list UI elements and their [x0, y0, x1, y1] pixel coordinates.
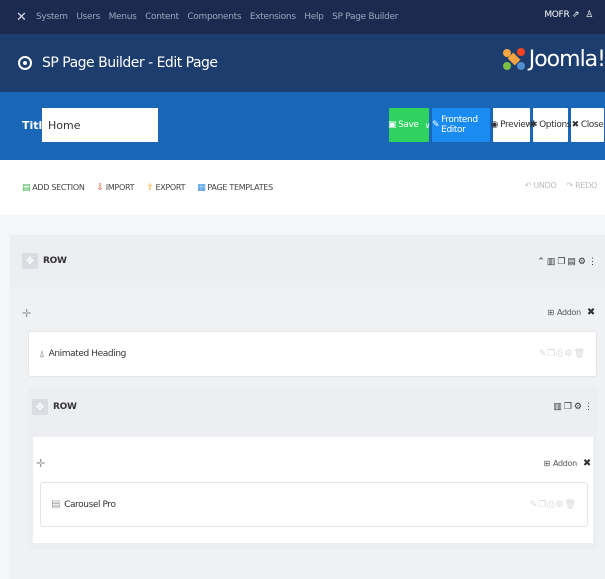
- column-move-icon[interactable]: ✛: [22, 307, 31, 320]
- row-label: ROW: [43, 256, 67, 266]
- carousel-icon: ▤: [51, 499, 61, 510]
- menu-content[interactable]: Content: [145, 12, 179, 22]
- import-label: IMPORT: [105, 183, 135, 192]
- add-addon-button[interactable]: ⊞ Addon ✖: [547, 307, 596, 318]
- export-label: EXPORT: [155, 183, 186, 192]
- save-button[interactable]: ▣ Save ∨: [387, 108, 431, 142]
- undo-icon: ↶: [524, 181, 532, 190]
- import-icon: ⇩: [96, 182, 105, 193]
- page-templates-label: PAGE TEMPLATES: [207, 183, 273, 192]
- addon-tools[interactable]: ✎❐⎙⚙🗑: [539, 349, 586, 359]
- chevron-down-icon[interactable]: ∨: [425, 121, 431, 130]
- row-header: ✥ ROW ⌃ ▥ ❐ ▤ ⚙ ⋮: [10, 235, 605, 287]
- columns-icon[interactable]: ▥: [547, 256, 556, 267]
- tools-icon[interactable]: ✖: [587, 307, 595, 318]
- heading-icon: ⍋: [39, 348, 45, 360]
- page-builder-icon: [18, 56, 32, 70]
- admin-top-menu: ✕ System Users Menus Content Components …: [0, 0, 605, 34]
- close-label: Close: [580, 120, 604, 130]
- addon-title: Carousel Pro: [64, 499, 116, 510]
- inner-row-label: ROW: [53, 402, 77, 412]
- frontend-editor-button[interactable]: ✎ Frontend Editor: [432, 108, 490, 142]
- undo-label: UNDO: [533, 181, 557, 190]
- save-label: Save: [398, 120, 419, 130]
- addon-title: Animated Heading: [48, 349, 127, 359]
- menu-users[interactable]: Users: [76, 12, 100, 22]
- copy-icon[interactable]: ❐: [557, 256, 565, 267]
- more-icon[interactable]: ⋮: [588, 256, 597, 267]
- frontend-editor-label: Frontend Editor: [441, 115, 478, 135]
- menu-extensions[interactable]: Extensions: [250, 12, 296, 22]
- export-button[interactable]: ⇧ EXPORT: [146, 183, 185, 193]
- close-icon: ✖: [571, 120, 580, 130]
- redo-label: REDO: [575, 181, 597, 190]
- settings-icon[interactable]: ⚙: [578, 256, 586, 267]
- drag-handle-icon[interactable]: ✥: [32, 399, 48, 415]
- copy-icon[interactable]: ❐: [564, 401, 572, 412]
- page-title: SP Page Builder - Edit Page: [18, 55, 218, 71]
- preview-button[interactable]: ◉ Preview: [490, 108, 533, 142]
- addon-carousel-pro[interactable]: ▤ Carousel Pro ✎❐⎙⚙🗑: [40, 482, 588, 527]
- options-label: Options: [539, 120, 572, 130]
- external-link-icon: ⇗: [571, 10, 580, 20]
- row-tools: ⌃ ▥ ❐ ▤ ⚙ ⋮: [537, 256, 597, 267]
- add-section-icon: ▤: [22, 182, 31, 193]
- export-icon: ⇧: [146, 182, 154, 193]
- menu-help[interactable]: Help: [304, 12, 324, 22]
- redo-icon: ↷: [566, 181, 573, 190]
- inner-row-tools: ▥ ❐ ⚙ ⋮: [553, 401, 593, 412]
- drag-handle-icon[interactable]: ✥: [22, 253, 38, 269]
- page-templates-button[interactable]: ▦ PAGE TEMPLATES: [197, 183, 273, 193]
- eye-icon: ◉: [490, 120, 499, 130]
- user-area: MOFR ⇗ ♙: [544, 10, 593, 20]
- redo-button[interactable]: ↷ REDO: [566, 181, 597, 190]
- addon-tools[interactable]: ✎❐⎙⚙🗑: [530, 500, 577, 510]
- gear-icon: ✱: [529, 120, 538, 130]
- add-section-label: ADD SECTION: [32, 183, 85, 192]
- top-menu: System Users Menus Content Components Ex…: [36, 12, 404, 22]
- save-icon: ▣: [387, 120, 397, 130]
- edit-toolbar: Title * ▣Save ∨ ✎Frontend Editor ◉Previe…: [0, 92, 605, 160]
- add-section-button[interactable]: ▤ ADD SECTION: [22, 183, 85, 193]
- preview-label: Preview: [500, 120, 533, 130]
- add-addon-icon: ⊞: [543, 459, 551, 468]
- edit-icon: ✎: [432, 120, 440, 130]
- options-button[interactable]: ✱ Options: [529, 108, 572, 142]
- joomla-logo-icon[interactable]: ✕: [16, 10, 30, 25]
- undo-button[interactable]: ↶ UNDO: [525, 181, 557, 190]
- site-link[interactable]: MOFR ⇗: [544, 10, 579, 20]
- menu-system[interactable]: System: [36, 12, 68, 22]
- templates-icon: ▦: [197, 182, 206, 193]
- tools-icon[interactable]: ✖: [583, 458, 591, 469]
- columns-icon[interactable]: ▥: [553, 401, 562, 412]
- page-title-text: SP Page Builder - Edit Page: [42, 55, 218, 71]
- collapse-icon[interactable]: ⌃: [537, 256, 545, 267]
- add-addon-icon: ⊞: [547, 308, 555, 317]
- joomla-logo-mark-icon: [502, 48, 525, 70]
- add-addon-button[interactable]: ⊞ Addon ✖: [543, 458, 592, 469]
- page-header: SP Page Builder - Edit Page Joomla!: [0, 34, 605, 92]
- joomla-brand: Joomla!: [501, 46, 605, 72]
- brand-text: Joomla!: [528, 46, 605, 72]
- add-addon-label: Addon: [552, 459, 577, 468]
- menu-sp-page-builder[interactable]: SP Page Builder: [332, 12, 398, 22]
- title-input[interactable]: [42, 108, 158, 142]
- add-addon-label: Addon: [556, 308, 581, 317]
- history-controls: ↶ UNDO ↷ REDO: [525, 181, 598, 190]
- menu-menus[interactable]: Menus: [109, 12, 137, 22]
- menu-components[interactable]: Components: [187, 12, 241, 22]
- addon-animated-heading[interactable]: ⍋ Animated Heading ✎❐⎙⚙🗑: [28, 331, 597, 377]
- inner-row-header: ✥ ROW: [32, 399, 77, 415]
- builder-actions: ▤ ADD SECTION ⇩ IMPORT ⇧ EXPORT ▦ PAGE TEMPL…: [0, 160, 605, 215]
- person-icon[interactable]: ♙: [585, 10, 593, 20]
- column-move-icon[interactable]: ✛: [36, 457, 45, 470]
- more-icon[interactable]: ⋮: [584, 401, 593, 412]
- import-button[interactable]: ⇩ IMPORT: [97, 183, 135, 193]
- settings-icon[interactable]: ⚙: [574, 401, 582, 412]
- site-name: MOFR: [544, 10, 570, 20]
- paste-icon[interactable]: ▤: [567, 256, 576, 267]
- close-button[interactable]: ✖ Close: [571, 108, 604, 142]
